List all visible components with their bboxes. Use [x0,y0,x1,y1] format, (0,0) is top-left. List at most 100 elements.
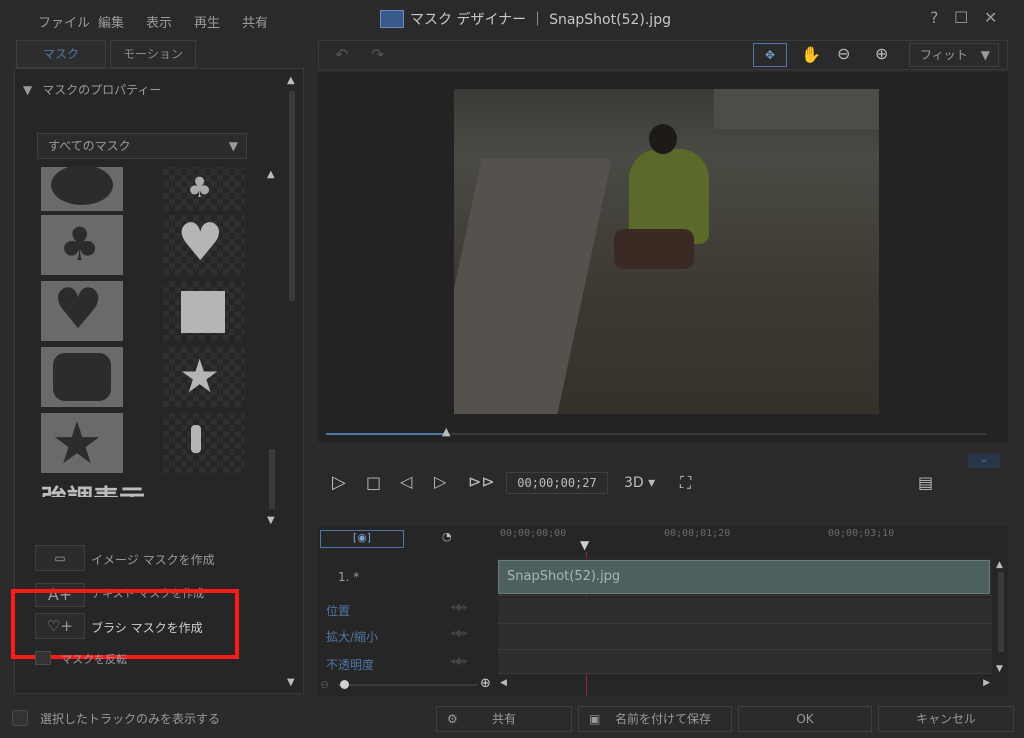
track-row-opacity[interactable] [498,650,992,674]
help-icon[interactable]: ? [930,8,939,27]
fast-forward-icon[interactable]: ⊳⊳ [468,472,495,491]
prop-position[interactable]: 位置 [326,602,350,619]
share-label: 共有 [491,712,516,726]
image-mask-label[interactable]: イメージ マスクを作成 [91,551,215,568]
save-as-button[interactable]: ▣ 名前を付けて保存 [578,706,732,732]
mask-thumb-star[interactable]: ★ [163,347,245,407]
cancel-button[interactable]: キャンセル [878,706,1014,732]
zoom-minus-icon[interactable]: ⊖ [320,678,329,691]
timecode-display[interactable]: 00;00;00;27 [506,472,608,494]
prev-frame-icon[interactable]: ◁ [400,472,412,491]
stop-icon[interactable]: □ [366,473,381,492]
play-icon[interactable]: ▷ [332,472,346,493]
mask-thumb-square[interactable] [163,281,245,341]
mask-thumb-clover[interactable]: ♣ [41,215,123,275]
menu-file[interactable]: ファイル [38,12,90,31]
track-row-position[interactable] [498,598,992,624]
preview-area: ▲ [318,72,1008,442]
close-icon[interactable]: ✕ [984,8,997,27]
zoom-dropdown-arrow-icon: ▼ [980,48,990,62]
tab-motion[interactable]: モーション [110,40,196,68]
3d-mode-button[interactable]: 3D ▾ [624,475,655,491]
properties-header-label: マスクのプロパティー [42,83,162,97]
timeline-tab-track[interactable]: [◉] [320,530,404,548]
undo-icon[interactable]: ↶ [335,45,348,64]
mask-grid-scrollbar[interactable]: ▲ ▼ [267,169,277,529]
brush-mask-label[interactable]: ブラシ マスクを作成 [91,619,203,636]
menu-edit[interactable]: 編集 [98,12,124,31]
hand-icon[interactable]: ✋ [801,45,821,64]
mask-thumb-rounded-square[interactable] [41,347,123,407]
panel-scroll-down-icon[interactable]: ▼ [287,677,295,688]
panel-scroll-thumb[interactable] [289,91,295,301]
maximize-icon[interactable]: ☐ [954,8,968,27]
clip[interactable]: SnapShot(52).jpg [498,560,990,594]
prop-opacity[interactable]: 不透明度 [326,656,374,673]
collapse-preview-icon[interactable]: ⌄ [968,454,1000,468]
fullscreen-icon[interactable]: ⛶ [680,473,691,493]
track-row-scale[interactable] [498,624,992,650]
timeline-vscroll[interactable]: ▲ ▼ [996,560,1006,676]
scroll-up-icon[interactable]: ▲ [267,169,275,180]
next-frame-icon[interactable]: ▷ [434,472,446,491]
mask-thumb-oval[interactable] [41,167,123,211]
ok-button[interactable]: OK [738,706,872,732]
show-selected-track-checkbox[interactable] [12,710,28,726]
panel-scroll-up-icon[interactable]: ▲ [287,75,295,86]
show-selected-track-label[interactable]: 選択したトラックのみを表示する [40,710,220,727]
preview-image[interactable] [454,89,879,414]
invert-mask-label[interactable]: マスクを反転 [61,651,127,667]
title-bar: ファイル 編集 表示 再生 共有 マスク デザイナー ｜ SnapShot(52… [0,0,1024,38]
menu-share[interactable]: 共有 [242,12,268,31]
cancel-label: キャンセル [915,712,976,726]
3d-mode-label: 3D [624,475,644,491]
seek-track[interactable]: ▲ [326,425,986,438]
menu-view[interactable]: 表示 [146,12,172,31]
vscroll-thumb[interactable] [998,572,1004,652]
vscroll-up-icon[interactable]: ▲ [996,560,1003,570]
timeline-hscroll[interactable]: ◀ ▶ [498,678,992,690]
track-label: 1. * [338,570,360,584]
zoom-dropdown[interactable]: フィット ▼ [909,43,999,67]
zoom-out-icon[interactable]: ⊖ [837,44,850,63]
mask-thumb-star-inverse[interactable]: ★ [41,409,123,477]
properties-header[interactable]: ▼ マスクのプロパティー [23,81,161,98]
save-icon: ▣ [589,712,601,726]
zoom-plus-icon[interactable]: ⊕ [480,676,491,691]
vscroll-down-icon[interactable]: ▼ [996,664,1003,674]
share-button[interactable]: ⚙ 共有 [436,706,572,732]
safe-area-icon[interactable]: ▤ [918,473,933,492]
footer: 選択したトラックのみを表示する ⚙ 共有 ▣ 名前を付けて保存 OK キャンセル [0,700,1024,738]
mask-thumb-heart[interactable]: ♥ [163,213,245,275]
zoom-in-icon[interactable]: ⊕ [875,44,888,63]
mask-thumb-text-label: 強調表示 [41,485,145,497]
playhead[interactable]: ▼ [580,538,589,552]
viewer-toolbar: ↶ ↷ ✥ ✋ ⊖ ⊕ フィット ▼ [318,40,1008,70]
prop-scale[interactable]: 拡大/縮小 [326,628,378,645]
keyframe-nav-opacity[interactable]: ◂◆▸ [450,656,468,667]
zoom-slider-thumb[interactable] [340,680,349,689]
scroll-thumb[interactable] [269,449,275,509]
timeline-tab-clock-icon[interactable]: ◔ [442,530,452,543]
image-mask-button[interactable]: ▭ [35,545,85,571]
seek-thumb[interactable]: ▲ [442,425,450,438]
brush-mask-button[interactable]: ♡+ [35,613,85,639]
mask-filter-dropdown[interactable]: すべてのマスク ▼ [37,133,247,159]
invert-mask-checkbox[interactable] [35,651,51,665]
keyframe-nav-scale[interactable]: ◂◆▸ [450,628,468,639]
timeline-ruler[interactable]: 00;00;00;00 00;00;01;20 00;00;03;10 [498,526,1008,554]
hscroll-right-icon[interactable]: ▶ [983,678,990,688]
mask-thumb-figure[interactable] [163,413,245,473]
ruler-mark-2: 00;00;03;10 [828,528,895,539]
redo-icon[interactable]: ↷ [371,45,384,64]
keyframe-nav-position[interactable]: ◂◆▸ [450,602,468,613]
hscroll-left-icon[interactable]: ◀ [500,678,507,688]
mask-thumb-text[interactable]: 強調表示 [41,479,145,497]
mask-thumb-heart-inverse[interactable]: ♥ [41,277,123,342]
mask-thumb-clover-small[interactable]: ♣ [163,167,245,211]
select-move-icon[interactable]: ✥ [753,43,787,67]
scroll-down-icon[interactable]: ▼ [267,515,275,526]
menu-play[interactable]: 再生 [194,12,220,31]
tab-mask[interactable]: マスク [16,40,106,68]
timeline-zoom-slider[interactable] [338,680,478,689]
